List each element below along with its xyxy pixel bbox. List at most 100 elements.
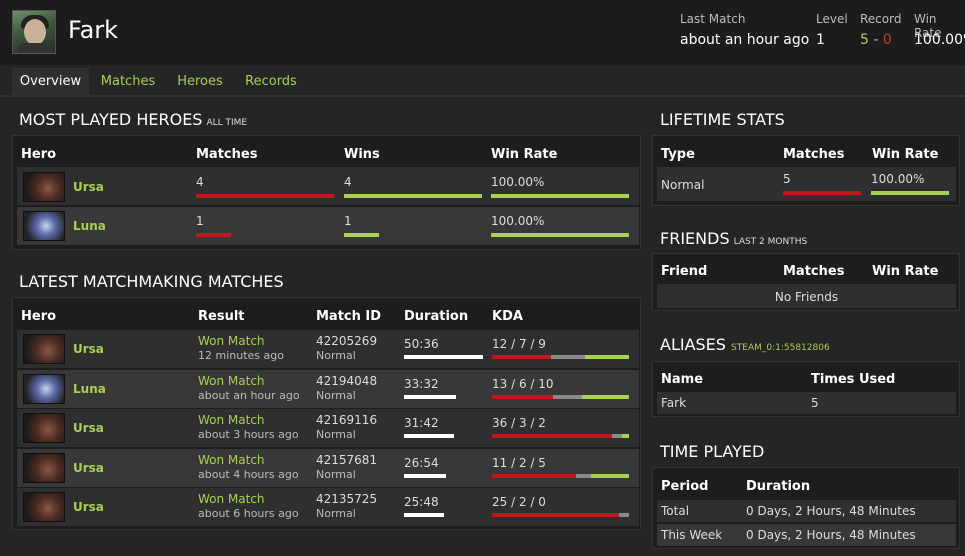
friends-title: FRIENDS LAST 2 MONTHS <box>660 229 807 248</box>
kda-kills-segment <box>492 355 551 359</box>
record-value: 5 - 0 <box>860 32 892 48</box>
aliases-title: ALIASES STEAM_0:1:55812806 <box>660 335 830 354</box>
matches-value: 4 <box>196 175 204 189</box>
match-id: 42194048 <box>316 373 378 388</box>
table-row[interactable]: Ursa Won Match about 3 hours ago 4216911… <box>17 409 639 447</box>
win-rate-bar <box>871 191 949 195</box>
table-row: No Friends <box>657 284 956 308</box>
hero-portrait-luna[interactable] <box>23 211 65 241</box>
tab-records[interactable]: Records <box>238 68 304 95</box>
friends-title-text: FRIENDS <box>660 229 730 248</box>
hero-name-link[interactable]: Ursa <box>73 180 104 194</box>
times-used-value: 5 <box>811 396 819 410</box>
match-id: 42157681 <box>316 452 378 467</box>
time-played-table: Period Duration Total 0 Days, 2 Hours, 4… <box>652 467 960 549</box>
win-rate-value: 100.00% <box>491 175 545 189</box>
tab-overview[interactable]: Overview <box>12 68 89 95</box>
tab-heroes[interactable]: Heroes <box>170 68 230 95</box>
col-period: Period <box>661 479 709 494</box>
win-rate-value: 100.00% <box>914 32 965 48</box>
record-separator: - <box>873 32 879 48</box>
win-rate-bar <box>491 194 629 198</box>
table-row[interactable]: Ursa Won Match about 6 hours ago 4213572… <box>17 488 639 526</box>
kda-deaths-segment <box>550 355 585 359</box>
wins-bar <box>344 194 482 198</box>
tab-matches[interactable]: Matches <box>93 68 163 95</box>
hero-name-link[interactable]: Ursa <box>73 461 104 475</box>
table-row: Fark 5 <box>657 392 956 414</box>
col-name: Name <box>661 372 704 387</box>
col-win-rate: Win Rate <box>872 147 939 162</box>
col-wins: Wins <box>344 147 380 162</box>
kda-assists-segment <box>590 473 629 478</box>
hero-name-link[interactable]: Luna <box>73 382 106 396</box>
kda-bar <box>492 355 629 359</box>
duration-bar <box>404 434 454 438</box>
match-kda: 13 / 6 / 10 <box>492 376 554 391</box>
record-label: Record <box>860 12 902 26</box>
hero-name-link[interactable]: Ursa <box>73 500 104 514</box>
lifetime-stats-title: LIFETIME STATS <box>660 110 785 129</box>
match-result-link[interactable]: Won Match <box>198 453 265 467</box>
duration-bar <box>404 513 444 517</box>
tab-underline <box>0 95 965 97</box>
kda-bar <box>492 434 629 438</box>
match-duration: 26:54 <box>404 455 439 470</box>
latest-matches-title: LATEST MATCHMAKING MATCHES <box>19 272 284 291</box>
match-id: 42205269 <box>316 334 378 348</box>
aliases-table: Name Times Used Fark 5 <box>652 361 960 417</box>
col-matches: Matches <box>783 264 845 279</box>
duration-value: 0 Days, 2 Hours, 48 Minutes <box>746 528 916 542</box>
avatar-body <box>17 43 53 53</box>
match-result-link[interactable]: Won Match <box>198 492 265 506</box>
most-played-title-text: MOST PLAYED HEROES <box>19 110 203 129</box>
col-match-id: Match ID <box>316 309 382 324</box>
match-duration: 25:48 <box>404 495 439 509</box>
hero-portrait-ursa[interactable] <box>23 172 65 202</box>
hero-portrait-ursa[interactable] <box>23 492 65 522</box>
hero-portrait-ursa[interactable] <box>23 334 65 364</box>
duration-value: 0 Days, 2 Hours, 48 Minutes <box>746 504 916 518</box>
hero-portrait-luna[interactable] <box>23 373 65 404</box>
no-friends-text: No Friends <box>774 290 839 304</box>
wins-value: 4 <box>344 175 352 189</box>
player-avatar[interactable] <box>12 10 56 54</box>
match-kda: 36 / 3 / 2 <box>492 416 546 430</box>
kda-kills-segment <box>492 513 619 517</box>
match-id: 42169116 <box>316 413 378 427</box>
col-win-rate: Win Rate <box>872 264 939 279</box>
period-value: This Week <box>661 528 723 542</box>
matches-bar <box>196 194 334 198</box>
match-result-link[interactable]: Won Match <box>198 413 265 427</box>
wins-bar <box>344 233 379 237</box>
match-result-link[interactable]: Won Match <box>198 374 265 388</box>
table-row: Total 0 Days, 2 Hours, 48 Minutes <box>657 500 956 522</box>
table-row[interactable]: Ursa Won Match about 4 hours ago 4215768… <box>17 448 639 487</box>
matches-bar <box>783 191 861 195</box>
aliases-title-text: ALIASES <box>660 335 726 354</box>
hero-name-link[interactable]: Ursa <box>73 342 104 356</box>
hero-name-link[interactable]: Ursa <box>73 421 104 435</box>
hero-portrait-ursa[interactable] <box>23 452 65 483</box>
match-id: 42135725 <box>316 492 378 506</box>
kda-assists-segment <box>584 355 629 359</box>
table-row[interactable]: Ursa Won Match 12 minutes ago 42205269 N… <box>17 330 639 368</box>
match-kda: 11 / 2 / 5 <box>492 455 546 470</box>
match-kda: 25 / 2 / 0 <box>492 495 546 509</box>
level-value: 1 <box>816 32 825 48</box>
table-row: This Week 0 Days, 2 Hours, 48 Minutes <box>657 524 956 546</box>
table-row[interactable]: Luna 1 1 100.00% <box>17 207 639 245</box>
hero-name-link[interactable]: Luna <box>73 219 106 233</box>
kda-deaths-segment <box>553 394 582 399</box>
match-result-link[interactable]: Won Match <box>198 334 265 348</box>
matches-value: 1 <box>196 214 204 228</box>
match-time: about 4 hours ago <box>198 467 299 481</box>
type-value: Normal <box>661 178 705 192</box>
kda-kills-segment <box>492 473 576 478</box>
friends-subtitle: LAST 2 MONTHS <box>733 237 808 247</box>
table-row[interactable]: Ursa 4 4 100.00% <box>17 167 639 205</box>
table-row[interactable]: Luna Won Match about an hour ago 4219404… <box>17 369 639 408</box>
hero-portrait-ursa[interactable] <box>23 413 65 443</box>
match-time: about an hour ago <box>198 388 300 402</box>
col-result: Result <box>198 309 245 324</box>
